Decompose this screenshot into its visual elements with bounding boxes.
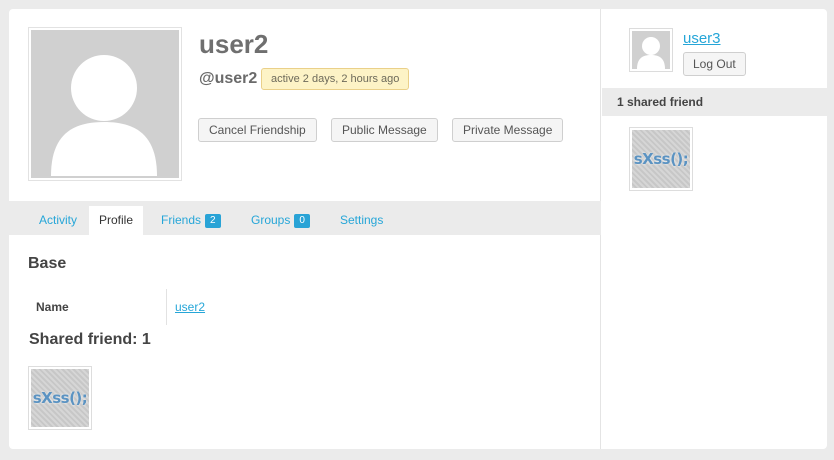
- groups-count-badge: 0: [294, 214, 310, 228]
- tab-label: Friends: [161, 213, 202, 227]
- profile-mention: @user2: [199, 70, 258, 87]
- user-placeholder-icon: [51, 55, 157, 176]
- tab-settings[interactable]: Settings: [340, 206, 383, 235]
- avatar-image-text: sXss();: [632, 130, 690, 188]
- profile-tabs: Activity Profile Friends 2 Groups 0 Settin…: [9, 201, 601, 235]
- shared-friend-avatar[interactable]: sXss();: [28, 366, 92, 430]
- tab-label: Activity: [39, 213, 78, 227]
- logout-button[interactable]: Log Out: [683, 52, 746, 76]
- tab-label: Groups: [251, 213, 291, 227]
- field-label-name: Name: [36, 300, 69, 314]
- tab-label: Settings: [340, 213, 384, 227]
- current-user-link[interactable]: user3: [683, 30, 721, 47]
- profile-card: user2 @user2 active 2 days, 2 hours ago …: [9, 9, 827, 449]
- profile-avatar: [28, 27, 182, 181]
- avatar-image-text: sXss();: [31, 369, 89, 427]
- shared-friends-header: 1 shared friend: [602, 88, 827, 116]
- field-divider: [166, 289, 167, 325]
- tab-groups[interactable]: Groups 0: [251, 206, 310, 235]
- shared-friend-avatar[interactable]: sXss();: [629, 127, 693, 191]
- current-user-avatar[interactable]: [629, 28, 673, 72]
- public-message-button[interactable]: Public Message: [331, 118, 438, 142]
- main-column: user2 @user2 active 2 days, 2 hours ago …: [9, 9, 601, 449]
- section-heading-base: Base: [28, 255, 67, 272]
- private-message-button[interactable]: Private Message: [452, 118, 564, 142]
- user-placeholder-icon: [637, 37, 665, 69]
- tab-profile[interactable]: Profile: [89, 206, 144, 235]
- section-heading-shared-friends: Shared friend: 1: [29, 331, 151, 348]
- tab-activity[interactable]: Activity: [39, 206, 77, 235]
- friends-count-badge: 2: [205, 214, 221, 228]
- profile-username: user2: [199, 29, 269, 59]
- sidebar: user3 Log Out 1 shared friend sXss();: [602, 9, 827, 449]
- activity-status-badge: active 2 days, 2 hours ago: [261, 68, 410, 90]
- tab-friends[interactable]: Friends 2: [161, 206, 221, 235]
- tab-label: Profile: [99, 213, 134, 227]
- cancel-friendship-button[interactable]: Cancel Friendship: [198, 118, 317, 142]
- field-value-name-link[interactable]: user2: [175, 300, 205, 314]
